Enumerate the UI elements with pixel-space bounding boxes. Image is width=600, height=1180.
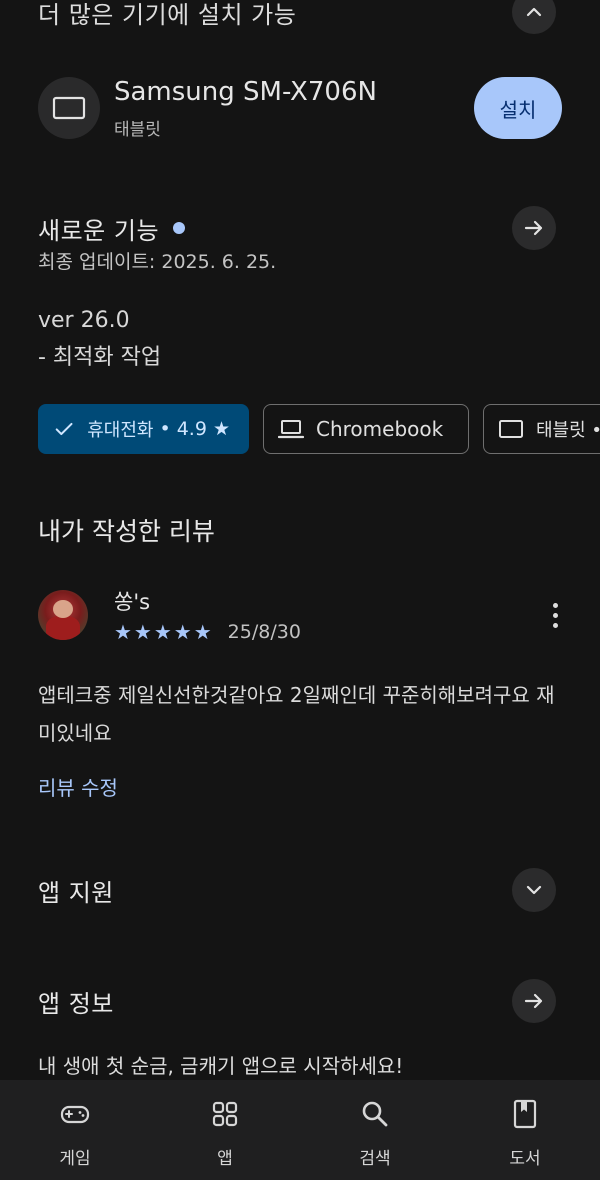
- book-icon: [513, 1099, 537, 1129]
- chip-tablet[interactable]: 태블릿 •: [483, 404, 600, 454]
- device-type: 태블릿: [114, 119, 161, 140]
- collapse-button[interactable]: [512, 0, 556, 34]
- more-options-icon[interactable]: [550, 602, 560, 628]
- check-icon: [55, 422, 73, 436]
- whats-new-title-wrap: 새로운 기능: [38, 211, 186, 246]
- reviewer-row: 쏭's ★★★★★ 25/8/30: [38, 586, 560, 644]
- nav-games[interactable]: 게임: [15, 1098, 135, 1169]
- review-date: 25/8/30: [227, 621, 301, 643]
- arrow-right-icon: [524, 993, 543, 1009]
- apps-grid-icon: [212, 1101, 238, 1127]
- rating-row: ★★★★★ 25/8/30: [114, 620, 550, 644]
- whats-new-arrow-button[interactable]: [512, 206, 556, 250]
- app-support-header[interactable]: 앱 지원: [38, 868, 556, 912]
- note-text: - 최적화 작업: [38, 345, 162, 370]
- last-updated: 최종 업데이트: 2025. 6. 25.: [38, 251, 277, 273]
- chevron-down-icon: [526, 885, 542, 895]
- laptop-icon: [278, 420, 304, 439]
- chevron-up-icon: [526, 7, 542, 17]
- nav-search[interactable]: 검색: [315, 1098, 435, 1169]
- whats-new-title: 새로운 기능: [38, 216, 160, 245]
- install-button[interactable]: 설치: [474, 77, 562, 139]
- star-rating: ★★★★★: [114, 620, 214, 644]
- nav-apps[interactable]: 앱: [165, 1098, 285, 1169]
- app-description: 내 생애 첫 순금, 금캐기 앱으로 시작하세요!: [38, 1054, 404, 1078]
- chip-chromebook[interactable]: Chromebook: [263, 404, 469, 454]
- new-indicator-dot: [173, 222, 186, 234]
- version-text: ver 26.0: [38, 308, 130, 333]
- tablet-icon: [499, 420, 523, 438]
- bottom-navigation: 게임 앱 검색 도서: [0, 1080, 600, 1180]
- app-support-expand-button[interactable]: [512, 868, 556, 912]
- device-info: Samsung SM-X706N 태블릿: [114, 77, 474, 140]
- install-more-devices-title: 더 많은 기기에 설치 가능: [38, 0, 297, 29]
- release-notes: ver 26.0 - 최적화 작업: [38, 302, 161, 376]
- app-support-title: 앱 지원: [38, 878, 114, 907]
- device-icon-circle: [38, 77, 100, 139]
- device-name: Samsung SM-X706N: [114, 76, 377, 107]
- avatar: [38, 590, 88, 640]
- install-more-devices-header[interactable]: 더 많은 기기에 설치 가능: [38, 0, 556, 34]
- tablet-icon: [52, 96, 86, 120]
- app-info-header[interactable]: 앱 정보: [38, 979, 556, 1023]
- arrow-right-icon: [524, 220, 543, 236]
- edit-review-link[interactable]: 리뷰 수정: [38, 772, 118, 801]
- reviewer-info: 쏭's ★★★★★ 25/8/30: [114, 586, 550, 644]
- chip-phone-label: 휴대전화: [87, 420, 154, 441]
- gamepad-icon: [60, 1105, 90, 1124]
- reviewer-name: 쏭's: [114, 590, 151, 614]
- my-review-title: 내가 작성한 리뷰: [38, 517, 215, 546]
- nav-apps-label: 앱: [217, 1149, 233, 1169]
- nav-books-label: 도서: [509, 1149, 541, 1169]
- review-text: 앱테크중 제일신선한것같아요 2일째인데 꾸준히해보려구요 재미있네요: [38, 683, 555, 745]
- nav-games-label: 게임: [59, 1149, 91, 1169]
- chip-phone-rating: • 4.9 ★: [159, 418, 230, 440]
- whats-new-header[interactable]: 새로운 기능: [38, 206, 556, 250]
- device-filter-chips: 휴대전화 • 4.9 ★ Chromebook 태블릿 •: [38, 404, 600, 454]
- nav-search-label: 검색: [359, 1149, 391, 1169]
- nav-books[interactable]: 도서: [465, 1098, 585, 1169]
- search-icon: [362, 1101, 388, 1127]
- device-row: Samsung SM-X706N 태블릿 설치: [38, 76, 562, 140]
- app-info-title: 앱 정보: [38, 989, 114, 1018]
- chip-chromebook-label: Chromebook: [316, 417, 444, 441]
- app-info-arrow-button[interactable]: [512, 979, 556, 1023]
- chip-tablet-label: 태블릿 •: [536, 420, 600, 441]
- chip-phone[interactable]: 휴대전화 • 4.9 ★: [38, 404, 249, 454]
